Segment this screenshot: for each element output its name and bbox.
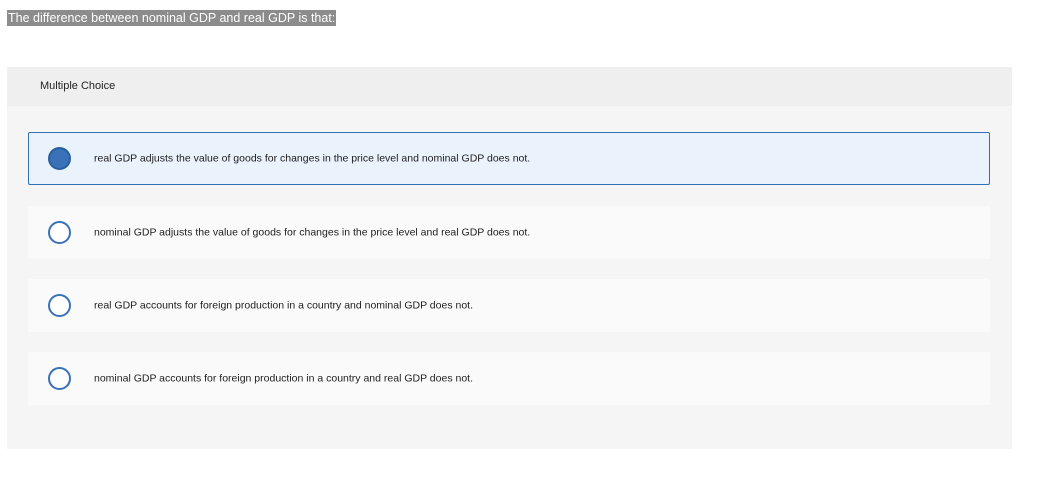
- radio-unselected-icon[interactable]: [48, 367, 71, 390]
- question-type-label: Multiple Choice: [40, 80, 116, 92]
- choice-label: nominal GDP accounts for foreign product…: [94, 372, 473, 384]
- radio-unselected-icon[interactable]: [48, 294, 71, 317]
- choice-option-3[interactable]: real GDP accounts for foreign production…: [28, 279, 990, 332]
- choice-label: nominal GDP adjusts the value of goods f…: [94, 226, 531, 238]
- question-text: The difference between nominal GDP and r…: [7, 10, 337, 26]
- question-page: The difference between nominal GDP and r…: [0, 0, 1050, 495]
- choice-option-2[interactable]: nominal GDP adjusts the value of goods f…: [28, 206, 990, 259]
- panel-header: Multiple Choice: [7, 67, 1012, 106]
- multiple-choice-panel: Multiple Choice real GDP adjusts the val…: [7, 67, 1012, 449]
- choice-option-4[interactable]: nominal GDP accounts for foreign product…: [28, 352, 990, 405]
- choice-label: real GDP adjusts the value of goods for …: [94, 152, 531, 164]
- choice-label: real GDP accounts for foreign production…: [94, 299, 473, 311]
- choice-option-1[interactable]: real GDP adjusts the value of goods for …: [28, 132, 990, 185]
- radio-unselected-icon[interactable]: [48, 221, 71, 244]
- radio-selected-icon[interactable]: [48, 147, 71, 170]
